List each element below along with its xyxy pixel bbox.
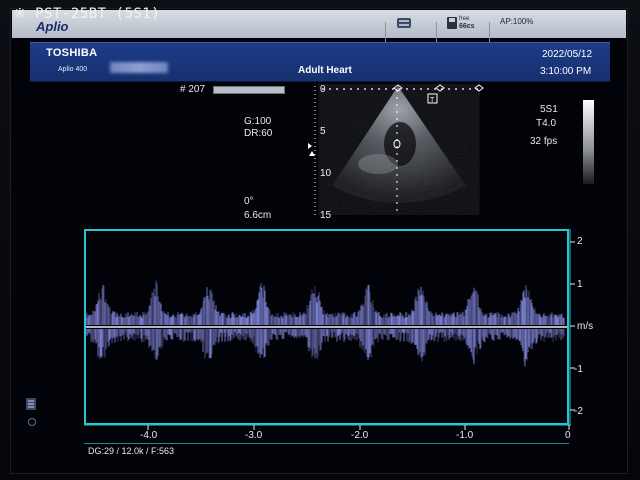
doppler-settings-readout: DG:29 / 12.0k / F:563 [88,446,175,456]
brand-logo: TOSHIBA [46,47,98,59]
indicator-dot-icon [28,418,36,426]
velocity-label-2: 2 [577,236,583,247]
depth-label-5: 5 [320,126,326,137]
time-label-3: -3.0 [245,430,263,441]
disk-icon [447,17,457,29]
grayscale-bar [583,100,594,184]
exam-date: 2022/05/12 [542,49,593,60]
depth-label-15: 15 [320,210,332,221]
exam-preset: Adult Heart [298,65,352,76]
velocity-label-neg1: -1 [574,364,583,375]
sample-volume-depth: 6.6cm [244,210,272,221]
svg-text:T: T [430,97,435,104]
aplio-logo: Aplio [36,19,69,34]
time-label-4: -4.0 [140,430,158,441]
velocity-unit: m/s [577,321,594,332]
footer-divider [84,443,569,444]
system-model: Aplio 400 [58,66,88,73]
cine-bar[interactable] [213,86,285,94]
gain-readout: G:100 [244,116,272,127]
patient-id-redacted [110,62,168,73]
free-space-label: free 66cs [459,16,475,30]
acoustic-power-label: AP:100% [500,17,534,26]
dynamic-range-readout: DR:60 [244,128,273,139]
doppler-frame [84,229,569,425]
probe-icon[interactable] [396,17,412,29]
bmode-sector-image: T [322,84,484,214]
frequency-readout: T4.0 [536,118,557,129]
velocity-label-neg2: -2 [574,406,583,417]
exam-time: 3:10:00 PM [540,66,592,77]
depth-scale [308,86,316,218]
velocity-label-1: 1 [577,279,583,290]
time-label-2: -2.0 [351,430,369,441]
angle-readout: 0° [244,196,254,207]
velocity-axis [569,229,575,425]
time-label-0: 0 [565,430,571,441]
probe-name: 5S1 [540,104,558,115]
depth-label-10: 10 [320,168,332,179]
time-label-1: -1.0 [456,430,474,441]
frame-rate-readout: 32 fps [530,136,558,147]
frame-number: # 207 [180,84,206,95]
depth-label-0: 0 [320,84,326,95]
